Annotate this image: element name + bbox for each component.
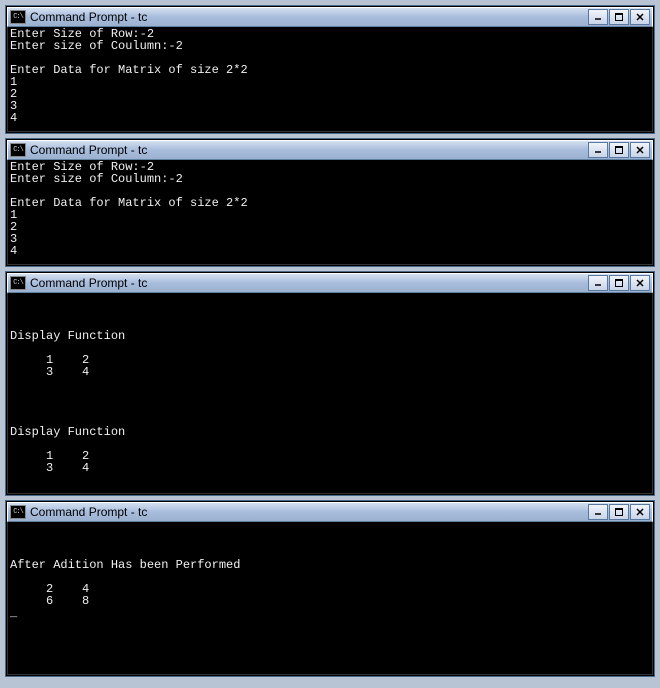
minimize-button[interactable] <box>588 504 608 520</box>
close-button[interactable] <box>630 504 650 520</box>
close-button[interactable] <box>630 275 650 291</box>
maximize-button[interactable] <box>609 142 629 158</box>
titlebar[interactable]: C:\ Command Prompt - tc <box>7 7 653 27</box>
window-controls <box>588 504 650 520</box>
cmd-icon: C:\ <box>10 143 26 157</box>
cmd-icon: C:\ <box>10 10 26 24</box>
cmd-window-2: C:\ Command Prompt - tc Display Function… <box>6 272 654 495</box>
titlebar[interactable]: C:\ Command Prompt - tc <box>7 502 653 522</box>
minimize-button[interactable] <box>588 9 608 25</box>
maximize-button[interactable] <box>609 275 629 291</box>
minimize-button[interactable] <box>588 275 608 291</box>
maximize-button[interactable] <box>609 504 629 520</box>
cmd-window-3: C:\ Command Prompt - tc After Adition Ha… <box>6 501 654 676</box>
console-output: Enter Size of Row:-2 Enter size of Coulu… <box>7 27 653 132</box>
window-controls <box>588 142 650 158</box>
titlebar[interactable]: C:\ Command Prompt - tc <box>7 140 653 160</box>
close-button[interactable] <box>630 142 650 158</box>
window-controls <box>588 275 650 291</box>
close-button[interactable] <box>630 9 650 25</box>
minimize-button[interactable] <box>588 142 608 158</box>
console-output: Enter Size of Row:-2 Enter size of Coulu… <box>7 160 653 265</box>
console-output: After Adition Has been Performed 2 4 6 8… <box>7 522 653 675</box>
window-title: Command Prompt - tc <box>30 505 588 519</box>
window-controls <box>588 9 650 25</box>
cmd-window-1: C:\ Command Prompt - tc Enter Size of Ro… <box>6 139 654 266</box>
titlebar[interactable]: C:\ Command Prompt - tc <box>7 273 653 293</box>
cmd-icon: C:\ <box>10 505 26 519</box>
console-output: Display Function 1 2 3 4 Display Functio… <box>7 293 653 494</box>
maximize-button[interactable] <box>609 9 629 25</box>
cmd-window-0: C:\ Command Prompt - tc Enter Size of Ro… <box>6 6 654 133</box>
window-title: Command Prompt - tc <box>30 143 588 157</box>
cmd-icon: C:\ <box>10 276 26 290</box>
window-title: Command Prompt - tc <box>30 276 588 290</box>
window-title: Command Prompt - tc <box>30 10 588 24</box>
